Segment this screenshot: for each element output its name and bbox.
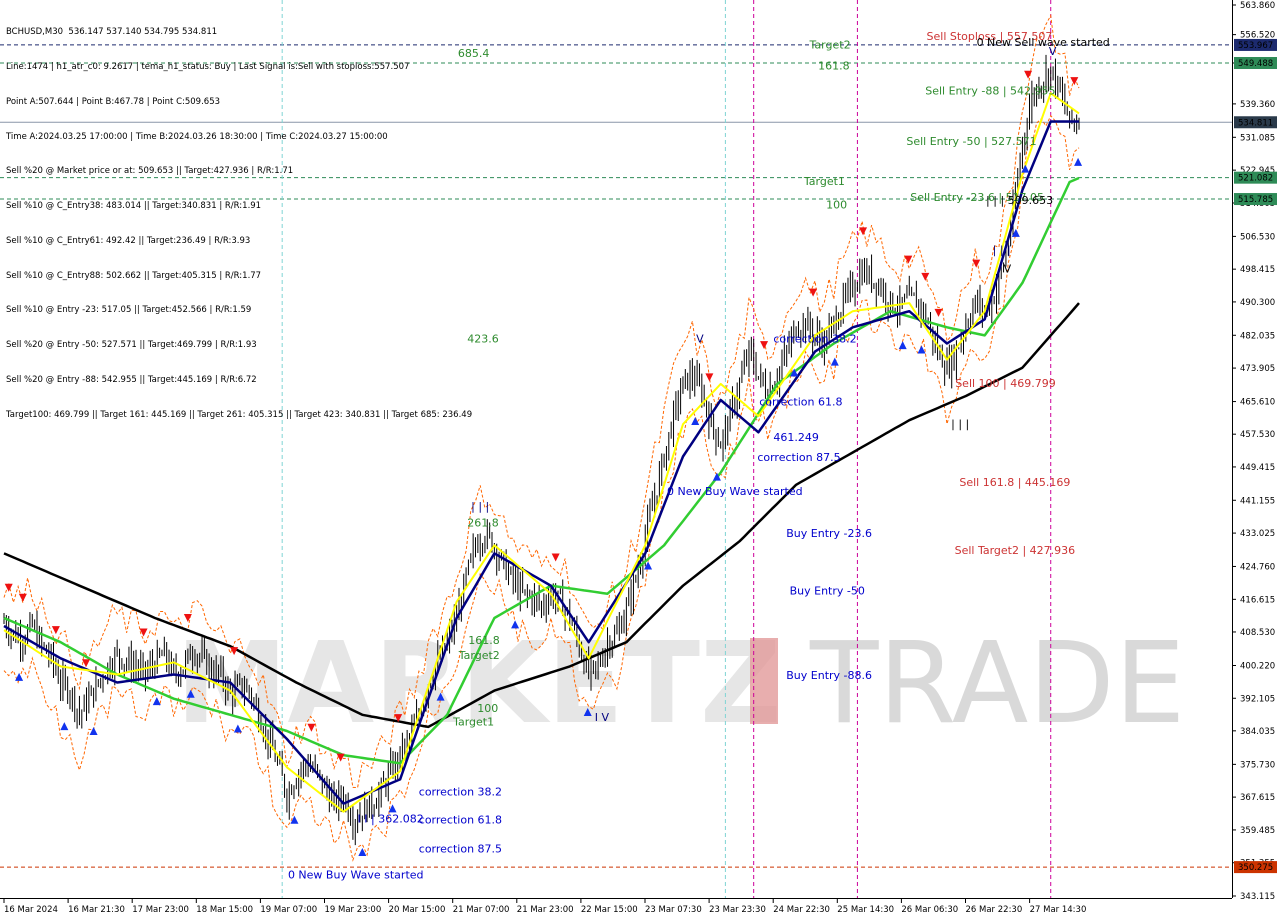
info-line-status: Line:1474 | h1_atr_c0: 9.2617 | tema_h1_… <box>6 61 410 72</box>
annotation-2: Target2 <box>809 38 851 51</box>
annotation-31: Buy Entry -88.6 <box>786 669 872 682</box>
price-tick-label: 416.615 <box>1240 595 1275 605</box>
price-tick-label: 482.035 <box>1240 331 1275 341</box>
time-tick-label: 20 Mar 15:00 <box>389 905 446 915</box>
annotation-39: 0 New Buy Wave started <box>288 868 424 881</box>
annotation-1: 0 New Sell wave started <box>977 36 1110 49</box>
time-tick-label: 25 Mar 14:30 <box>837 905 894 915</box>
time-tick-label: 21 Mar 23:00 <box>517 905 574 915</box>
info-line-sell-e88: Sell %20 @ Entry -88: 542.955 || Target:… <box>6 375 257 385</box>
price-tick-label: 384.035 <box>1240 727 1275 737</box>
annotation-17: Sell 100 | 469.799 <box>955 377 1056 390</box>
price-tick-label: 343.115 <box>1240 892 1275 902</box>
time-tick-label: 16 Mar 21:30 <box>68 905 125 915</box>
time-tick-label: 23 Mar 23:30 <box>709 905 766 915</box>
time-tick-label: 22 Mar 15:00 <box>581 905 638 915</box>
price-tick-label: 465.610 <box>1240 398 1275 408</box>
price-tick-label: 457.530 <box>1240 430 1275 440</box>
price-badge-text: 549.488 <box>1238 59 1273 69</box>
annotation-12: V <box>1004 262 1012 275</box>
price-badge-text: 350.275 <box>1238 863 1273 873</box>
annotation-22: Sell 161.8 | 445.169 <box>959 476 1070 489</box>
info-line-sell-e50: Sell %20 @ Entry -50: 527.571 || Target:… <box>6 340 257 351</box>
price-tick-label: 563.860 <box>1240 1 1275 11</box>
info-line-symbol: BCHUSD,M30 536.147 537.140 534.795 534.8… <box>6 27 218 38</box>
time-tick-label: 18 Mar 15:00 <box>196 905 253 915</box>
time-tick-label: 17 Mar 23:00 <box>132 905 189 915</box>
time-tick-label: 19 Mar 23:00 <box>325 905 382 915</box>
price-tick-label: 359.485 <box>1240 826 1275 836</box>
watermark-trade: TRADE <box>809 619 1185 749</box>
annotation-30: Target2 <box>458 649 500 662</box>
info-line-sell-c61: Sell %10 @ C_Entry61: 492.42 || Target:2… <box>6 235 251 246</box>
info-line-times: Time A:2024.03.25 17:00:00 | Time B:2024… <box>6 131 388 142</box>
annotation-7: Target1 <box>803 175 845 188</box>
annotation-35: correction 38.2 <box>419 786 502 799</box>
price-badge-text: 515.785 <box>1238 195 1273 205</box>
info-line-points: Point A:507.644 | Point B:467.78 | Point… <box>6 96 221 107</box>
price-tick-label: 367.615 <box>1240 793 1275 803</box>
annotation-10: | | | 509.653 <box>986 194 1053 207</box>
annotation-23: 0 New Buy Wave started <box>667 485 803 498</box>
annotation-21: correction 87.5 <box>757 451 840 464</box>
indicator-info-panel: BCHUSD,M30 536.147 537.140 534.795 534.8… <box>6 4 472 433</box>
annotation-32: 100 <box>477 702 498 715</box>
annotation-36: I I | 362.082 <box>358 813 424 826</box>
annotation-11: | | | <box>993 243 1011 256</box>
time-tick-label: 26 Mar 06:30 <box>901 905 958 915</box>
price-tick-label: 490.300 <box>1240 298 1275 308</box>
info-line-sell-market: Sell %20 @ Market price or at: 509.653 |… <box>6 166 294 177</box>
annotation-18: correction 61.8 <box>759 396 842 409</box>
price-tick-label: 449.415 <box>1240 463 1275 473</box>
time-tick-label: 21 Mar 07:00 <box>453 905 510 915</box>
annotation-16: V <box>696 333 704 346</box>
time-tick-label: 27 Mar 14:30 <box>1030 905 1087 915</box>
price-tick-label: 392.105 <box>1240 694 1275 704</box>
annotation-34: Target1 <box>452 715 494 728</box>
annotation-19: | | | <box>951 417 969 430</box>
annotation-38: correction 87.5 <box>419 842 502 855</box>
price-tick-label: 424.760 <box>1240 562 1275 572</box>
info-line-sell-c38: Sell %10 @ C_Entry38: 483.014 || Target:… <box>6 201 262 212</box>
watermark: MARKETZ TRADE <box>176 619 1185 749</box>
info-line-sell-c88: Sell %10 @ C_Entry88: 502.662 || Target:… <box>6 270 262 281</box>
price-tick-label: 539.360 <box>1240 100 1275 110</box>
info-line-targets: Target100: 469.799 || Target 161: 445.16… <box>6 409 473 420</box>
price-tick-label: 441.155 <box>1240 496 1275 506</box>
annotation-20: 461.249 <box>773 431 819 444</box>
annotation-6: Sell Entry -50 | 527.571 <box>906 135 1036 148</box>
info-line-sell-e23: Sell %10 @ Entry -23: 517.05 || Target:4… <box>6 305 252 316</box>
price-badge-text: 521.082 <box>1238 174 1273 184</box>
annotation-4: 161.8 <box>818 59 850 72</box>
price-tick-label: 506.530 <box>1240 232 1275 242</box>
price-tick-label: 531.085 <box>1240 133 1275 143</box>
time-tick-label: 23 Mar 07:30 <box>645 905 702 915</box>
watermark-red-bar <box>750 638 778 724</box>
annotation-29: 161.8 <box>468 634 500 647</box>
annotation-13: V <box>1049 45 1057 58</box>
time-tick-label: 19 Mar 07:00 <box>260 905 317 915</box>
annotation-5: Sell Entry -88 | 542.955 <box>925 84 1055 97</box>
time-tick-label: 16 Mar 2024 <box>4 905 58 915</box>
annotation-25: Sell Target2 | 427.936 <box>955 544 1076 557</box>
price-tick-label: 375.730 <box>1240 760 1275 770</box>
price-tick-label: 473.905 <box>1240 364 1275 374</box>
annotation-28: 261.8 <box>467 517 499 530</box>
time-tick-label: 26 Mar 22:30 <box>966 905 1023 915</box>
annotation-26: Buy Entry -50 <box>790 585 865 598</box>
price-tick-label: 408.530 <box>1240 628 1275 638</box>
annotation-33: I V <box>595 711 610 724</box>
price-tick-label: 400.220 <box>1240 662 1275 672</box>
annotation-37: correction 61.8 <box>419 813 502 826</box>
price-badge-text: 534.811 <box>1238 118 1273 128</box>
price-tick-label: 433.025 <box>1240 529 1275 539</box>
price-badge-text: 553.967 <box>1238 41 1273 51</box>
time-tick-label: 24 Mar 22:30 <box>773 905 830 915</box>
annotation-24: Buy Entry -23.6 <box>786 527 872 540</box>
annotation-27: | | | <box>471 500 489 513</box>
annotation-8: 100 <box>826 198 847 211</box>
annotation-14: correction 38.2 <box>773 333 856 346</box>
price-tick-label: 498.415 <box>1240 265 1275 275</box>
